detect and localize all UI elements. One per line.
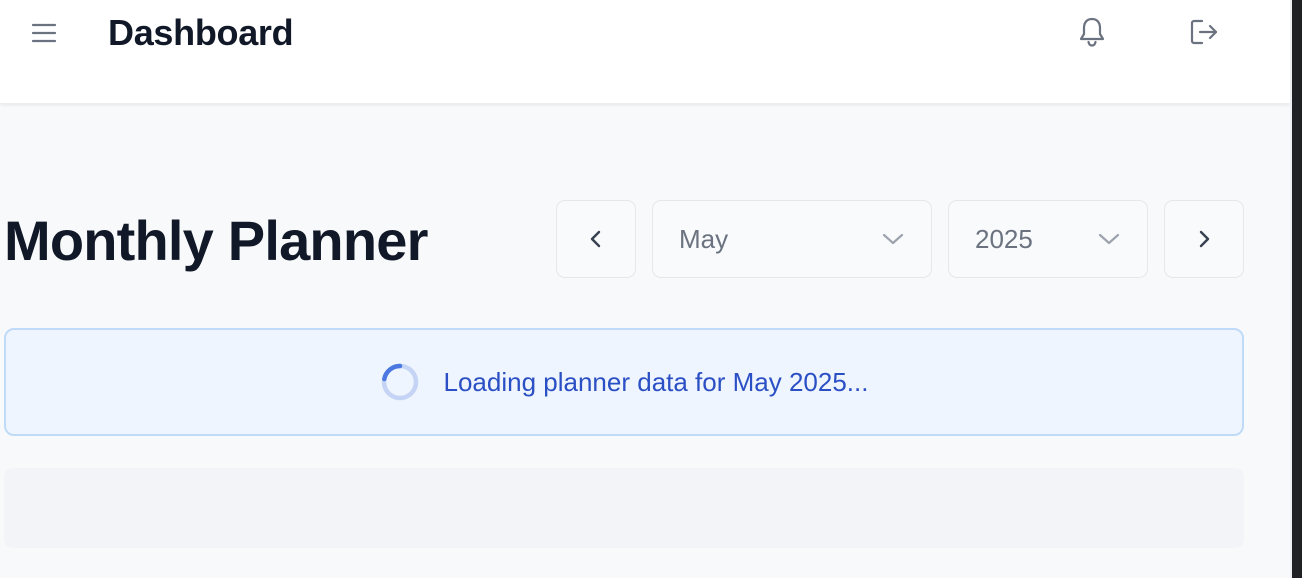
year-select-value: 2025	[975, 223, 1033, 254]
menu-button[interactable]	[28, 17, 60, 49]
logout-button[interactable]	[1186, 14, 1222, 50]
chevron-right-icon	[1199, 230, 1210, 248]
logout-icon	[1190, 19, 1218, 45]
month-select-value: May	[679, 223, 729, 254]
chevron-left-icon	[590, 230, 601, 248]
planner-title: Monthly Planner	[4, 209, 428, 272]
spinner-icon	[381, 363, 418, 401]
loading-message: Loading planner data for May 2025...	[443, 366, 869, 397]
top-header: Dashboard	[0, 0, 1290, 104]
hamburger-menu-icon	[31, 23, 57, 43]
notifications-button[interactable]	[1074, 14, 1110, 50]
loading-banner: Loading planner data for May 2025...	[4, 328, 1244, 436]
year-select[interactable]: 2025	[948, 200, 1148, 278]
next-month-button[interactable]	[1164, 200, 1244, 278]
month-select[interactable]: May	[652, 200, 932, 278]
previous-month-button[interactable]	[556, 200, 636, 278]
planner-content-placeholder	[4, 468, 1244, 548]
chevron-down-icon	[1098, 233, 1120, 245]
window-edge	[1292, 0, 1302, 578]
chevron-down-icon	[882, 233, 904, 245]
app-page: Dashboard Monthly Planner May 2025 Loadi…	[0, 0, 1302, 578]
bell-icon	[1079, 17, 1105, 47]
page-title: Dashboard	[108, 12, 294, 53]
